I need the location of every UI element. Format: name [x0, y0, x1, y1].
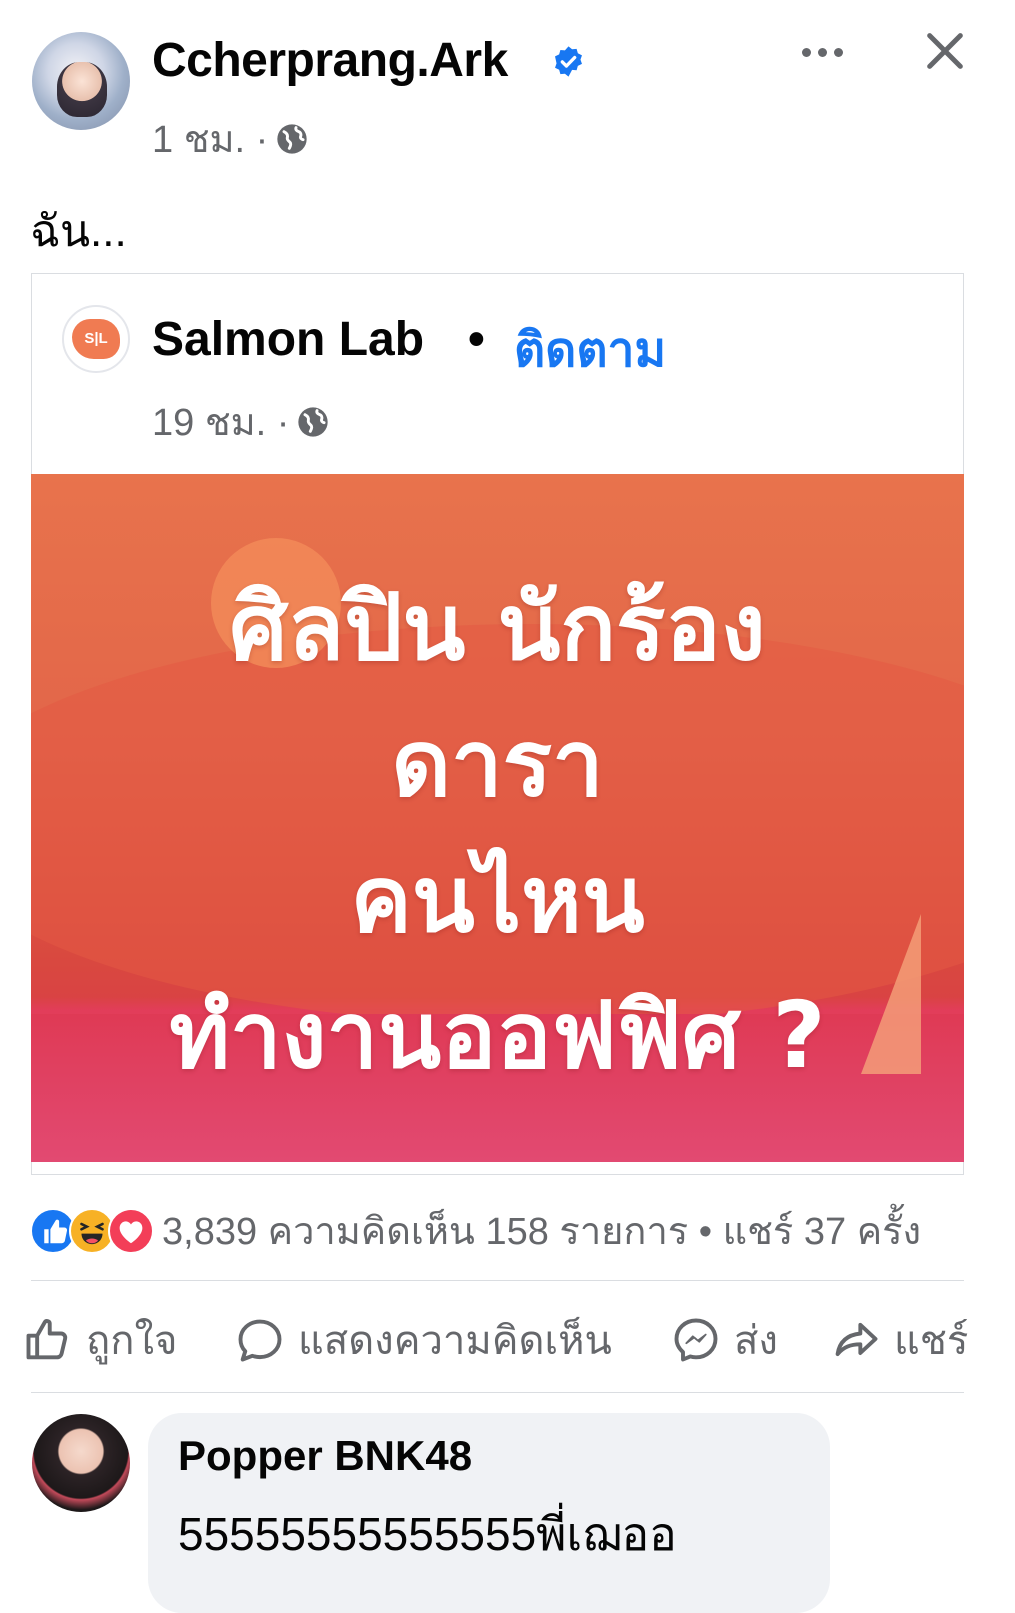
share-label: แชร์ [894, 1319, 969, 1363]
love-reaction-icon [108, 1208, 154, 1254]
globe-icon [298, 406, 329, 437]
follow-button[interactable]: ติดตาม [514, 312, 666, 388]
messenger-icon [674, 1318, 718, 1362]
shared-post-meta: 19 ชม. · [152, 391, 329, 452]
comment-label: แสดงความคิดเห็น [298, 1319, 612, 1363]
share-button[interactable]: แชร์ [830, 1308, 968, 1372]
comment-text: 55555555555555พี่เฌออ [178, 1508, 677, 1560]
comment-author[interactable]: Popper BNK48 [178, 1432, 472, 1480]
page-logo-mark: S|L [72, 319, 120, 359]
thumbs-up-icon [26, 1319, 68, 1360]
image-text-line-1: ศิลปิน นักร้อง [229, 574, 766, 681]
divider-top [31, 1280, 964, 1281]
more-options-icon[interactable] [802, 40, 850, 64]
separator-dot: • [468, 313, 485, 366]
author-avatar[interactable] [32, 32, 130, 130]
image-text-line-2: ดารา [391, 710, 604, 817]
share-arrow-icon [835, 1322, 878, 1357]
author-name[interactable]: Ccherprang.Ark [152, 33, 508, 88]
shared-post-image[interactable]: ศิลปิน นักร้อง ดารา คนไหน ทำงานออฟฟิศ ? [31, 474, 964, 1162]
send-button[interactable]: ส่ง [670, 1308, 778, 1372]
globe-icon [277, 123, 307, 154]
send-label: ส่ง [734, 1319, 778, 1363]
like-label: ถูกใจ [86, 1319, 178, 1363]
post-time[interactable]: 1 ชม. · [152, 108, 268, 169]
divider-bottom [31, 1392, 964, 1393]
page-logo[interactable]: S|L [62, 305, 130, 373]
shared-page-name[interactable]: Salmon Lab [152, 312, 424, 367]
image-text-line-3: คนไหน [350, 846, 645, 953]
like-button[interactable]: ถูกใจ [22, 1308, 177, 1372]
shared-post-time[interactable]: 19 ชม. · [152, 391, 289, 452]
reaction-icons[interactable] [30, 1208, 154, 1254]
post-text: ฉัน... [30, 207, 127, 256]
engagement-summary[interactable]: 3,839 ความคิดเห็น 158 รายการ • แชร์ 37 ค… [162, 1200, 921, 1261]
close-icon[interactable] [922, 28, 968, 74]
post-meta: 1 ชม. · [152, 108, 308, 169]
reactions-summary[interactable]: 3,839 ความคิดเห็น 158 รายการ • แชร์ 37 ค… [30, 1202, 921, 1258]
commenter-avatar[interactable] [32, 1414, 130, 1512]
image-text-line-4: ทำงานออฟฟิศ ? [169, 982, 826, 1089]
comment-bubble-icon [238, 1319, 282, 1362]
comment-button[interactable]: แสดงความคิดเห็น [234, 1308, 612, 1372]
verified-badge-icon [555, 46, 582, 77]
